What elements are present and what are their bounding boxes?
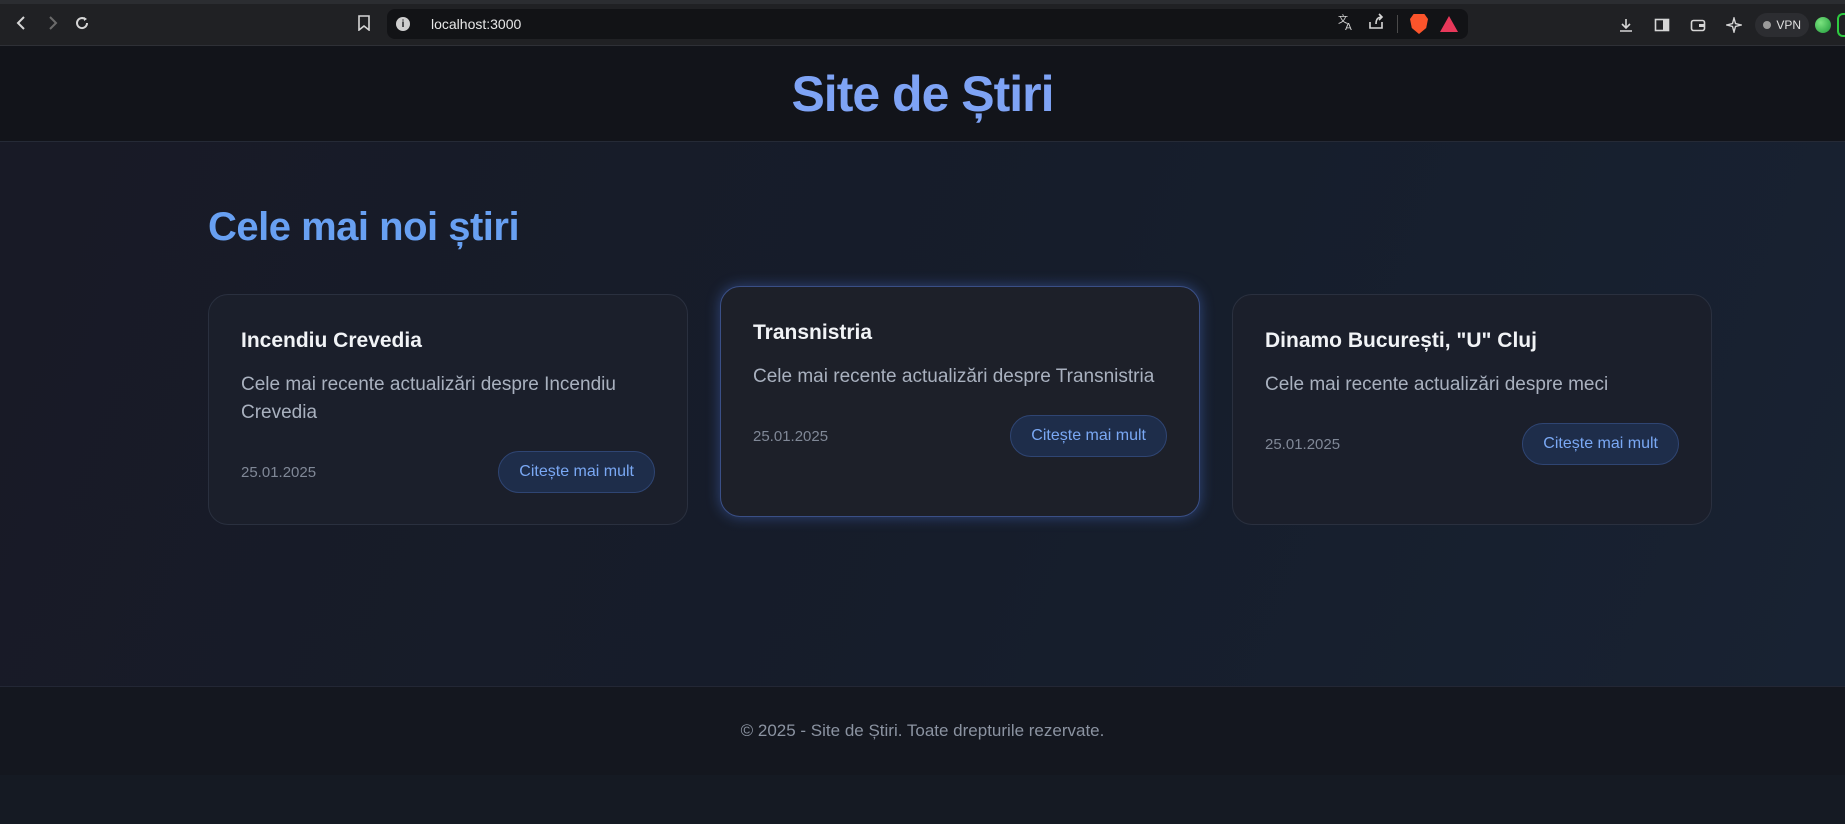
page-bottom — [0, 775, 1845, 824]
svg-text:A: A — [1345, 22, 1352, 31]
card-description: Cele mai recente actualizări despre Ince… — [241, 374, 616, 423]
card-date: 25.01.2025 — [753, 428, 829, 445]
share-icon[interactable] — [1367, 12, 1385, 36]
forward-icon[interactable] — [37, 8, 67, 38]
site-title[interactable]: Site de Știri — [791, 65, 1054, 123]
card-date: 25.01.2025 — [241, 464, 317, 481]
vpn-status-dot — [1763, 21, 1772, 29]
read-more-button[interactable]: Citește mai mult — [498, 451, 655, 493]
news-card[interactable]: Transnistria Cele mai recente actualizăr… — [720, 286, 1200, 517]
news-card[interactable]: Incendiu Crevedia Cele mai recente actua… — [208, 294, 688, 525]
profile-icon[interactable] — [1815, 17, 1831, 33]
read-more-button[interactable]: Citește mai mult — [1522, 423, 1679, 465]
reload-icon[interactable] — [67, 8, 97, 38]
card-date: 25.01.2025 — [1265, 436, 1341, 453]
browser-right-tools: VPN — [1611, 4, 1845, 46]
wallet-icon[interactable] — [1683, 10, 1713, 40]
main-content: Cele mai noi știri Incendiu Crevedia Cel… — [0, 142, 1845, 686]
extension-icon[interactable] — [1837, 13, 1845, 37]
translate-icon[interactable]: 文A — [1337, 13, 1355, 36]
download-icon[interactable] — [1611, 10, 1641, 40]
back-icon[interactable] — [7, 8, 37, 38]
leo-ai-icon[interactable] — [1719, 10, 1749, 40]
card-title[interactable]: Transnistria — [753, 321, 872, 345]
separator — [1397, 15, 1398, 33]
brave-shields-icon[interactable] — [1410, 14, 1428, 34]
card-description: Cele mai recente actualizări despre Tran… — [753, 366, 1155, 387]
card-title[interactable]: Dinamo București, "U" Cluj — [1265, 329, 1537, 353]
address-bar[interactable]: i localhost:3000 文A — [387, 9, 1468, 39]
site-footer: © 2025 - Site de Știri. Toate drepturile… — [0, 686, 1845, 775]
brave-rewards-icon[interactable] — [1440, 16, 1458, 32]
footer-copyright: © 2025 - Site de Știri. Toate drepturile… — [740, 721, 1105, 740]
read-more-button[interactable]: Citește mai mult — [1010, 415, 1167, 457]
url-text[interactable]: localhost:3000 — [431, 16, 521, 32]
vpn-button[interactable]: VPN — [1755, 13, 1809, 37]
section-title: Cele mai noi știri — [208, 205, 520, 249]
news-card[interactable]: Dinamo București, "U" Cluj Cele mai rece… — [1232, 294, 1712, 525]
sidebar-icon[interactable] — [1647, 10, 1677, 40]
browser-toolbar: i localhost:3000 文A VPN — [0, 0, 1845, 46]
site-header: Site de Știri — [0, 46, 1845, 142]
card-description: Cele mai recente actualizări despre meci — [1265, 374, 1609, 395]
card-title[interactable]: Incendiu Crevedia — [241, 329, 422, 353]
site-info-icon[interactable]: i — [396, 17, 410, 31]
bookmark-icon[interactable] — [349, 8, 379, 38]
vpn-label: VPN — [1776, 18, 1801, 32]
